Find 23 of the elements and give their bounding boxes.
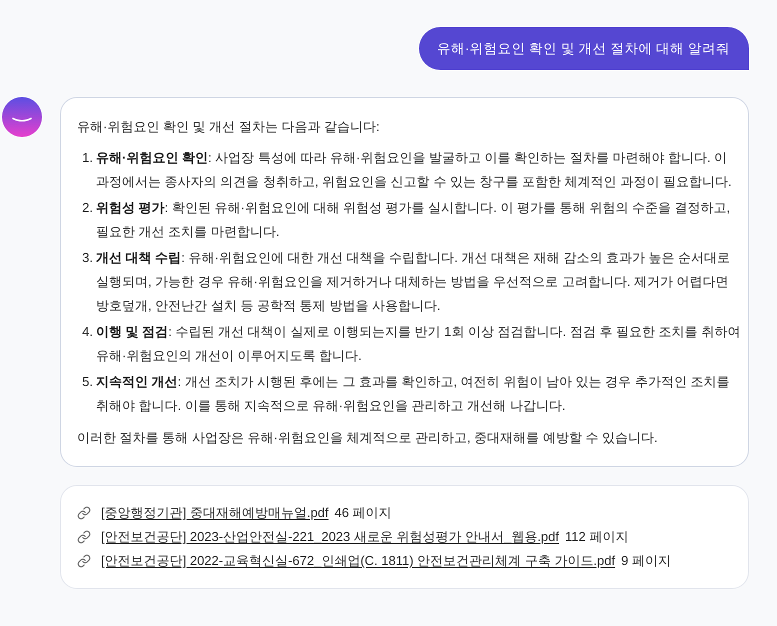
list-number: 3.: [81, 249, 94, 267]
page-count: 9 페이지: [621, 552, 671, 570]
list-item-text: 이행 및 점검: 수립된 개선 대책이 실제로 이행되는지를 반기 1회 이상 점검합니다. 점검 후 필요한 조치를 취하여 유해·위험요인의 개선이 이루어지도록 합니다.: [96, 323, 742, 365]
list-item-text: 유해·위험요인 확인: 사업장 특성에 따라 유해·위험요인을 발굴하고 이를 확인하는 절차를 마련해야 합니다. 이 과정에서는 종사자의 의견을 청취하고, 위험요인을 신고할 수 있는 창구를 포함한 체계적인 과정이 필요합니다.: [96, 149, 733, 191]
page-count: 112 페이지: [565, 528, 628, 546]
list-number: 5.: [81, 373, 94, 391]
page-count: 46 페이지: [334, 504, 392, 522]
intro-text: 유해·위험요인 확인 및 개선 절차는 다음과 같습니다:: [77, 118, 381, 136]
summary-text: 이러한 절차를 통해 사업장은 유해·위험요인을 체계적으로 관리하고, 중대재해를 예방할 수 있습니다.: [77, 429, 659, 447]
list-number: 4.: [81, 323, 94, 341]
link-icon: [77, 530, 91, 544]
link-icon: [77, 554, 91, 568]
smile-avatar-icon: [2, 97, 42, 137]
list-number: 2.: [81, 199, 94, 217]
list-item-text: 지속적인 개선: 개선 조치가 시행된 후에는 그 효과를 확인하고, 여전히 위험이 남아 있는 경우 추가적인 조치를 취해야 합니다. 이를 통해 지속적으로 유해·위험요인을 관리하고 개선해 나갑니다.: [96, 373, 730, 415]
list-item-text: 개선 대책 수립: 유해·위험요인에 대한 개선 대책을 수립합니다. 개선 대책은 재해 감소의 효과가 높은 순서대로 실행되며, 가능한 경우 유해·위험요인을 제거하거나 대체하는 방법을 우선적으로 고려합니다. 제거가 어렵다면 방호덮개, 안전난간 설치 등 공학적 통제 방법을 사용합니다.: [96, 249, 732, 315]
list-item-text: 위험성 평가: 확인된 유해·위험요인에 대해 위험성 평가를 실시합니다. 이 평가를 통해 위험의 수준을 결정하고, 필요한 개선 조치를 마련합니다.: [96, 199, 732, 241]
user-message: 유해·위험요인 확인 및 개선 절차에 대해 알려줘: [419, 27, 749, 70]
source-link[interactable]: [안전보건공단] 2023-산업안전실-221_2023 새로운 위험성평가 안내서_웹용.pdf: [101, 528, 560, 546]
list-number: 1.: [81, 149, 94, 167]
source-link[interactable]: [안전보건공단] 2022-교육혁신실-672_인쇄업(C. 1811) 안전보건관리체계 구축 가이드.pdf: [101, 552, 616, 570]
link-icon: [77, 506, 91, 520]
source-link[interactable]: [중앙행정기관] 중대재해예방매뉴얼.pdf: [101, 504, 329, 522]
